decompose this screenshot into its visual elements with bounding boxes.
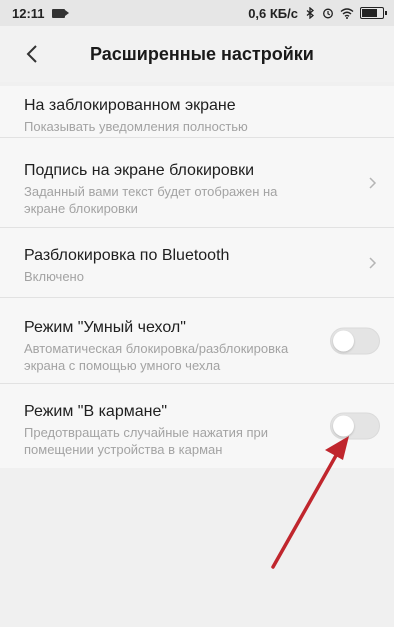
- setting-title: Режим "Умный чехол": [24, 319, 186, 336]
- chevron-right-icon: [369, 176, 377, 189]
- setting-subtitle: Автоматическая блокировка/разблокировка …: [24, 341, 289, 373]
- back-button[interactable]: [12, 34, 52, 74]
- status-time: 12:11: [12, 5, 45, 21]
- page-title: Расширенные настройки: [90, 43, 314, 64]
- chevron-right-icon: [369, 256, 377, 269]
- pocket-mode-toggle[interactable]: [330, 412, 380, 440]
- setting-bluetooth-unlock[interactable]: Разблокировка по Bluetooth Включено: [0, 228, 394, 298]
- app-bar: Расширенные настройки: [0, 26, 394, 82]
- bluetooth-icon: [306, 7, 315, 19]
- network-speed: 0,6 КБ/с: [248, 5, 298, 21]
- setting-lock-screen-notifications[interactable]: На заблокированном экране Показывать уве…: [0, 86, 394, 138]
- settings-list: На заблокированном экране Показывать уве…: [0, 86, 394, 468]
- smart-cover-toggle[interactable]: [330, 327, 380, 354]
- setting-subtitle: Показывать уведомления полностью: [24, 119, 248, 134]
- setting-lock-screen-signature[interactable]: Подпись на экране блокировки Заданный ва…: [0, 138, 394, 228]
- battery-icon: [360, 7, 387, 19]
- wifi-icon: [340, 8, 354, 19]
- setting-subtitle: Заданный вами текст будет отображен на э…: [24, 184, 278, 216]
- alarm-icon: [323, 8, 333, 19]
- toggle-knob: [333, 330, 354, 351]
- setting-subtitle: Включено: [24, 269, 84, 284]
- setting-pocket-mode[interactable]: Режим "В кармане" Предотвращать случайны…: [0, 384, 394, 468]
- video-camera-icon: [51, 8, 69, 18]
- toggle-knob: [333, 415, 354, 437]
- setting-title: На заблокированном экране: [24, 97, 236, 114]
- setting-title: Подпись на экране блокировки: [24, 162, 255, 179]
- chevron-left-icon: [26, 45, 37, 63]
- status-bar: 12:11 0,6 КБ/с: [0, 0, 394, 26]
- setting-subtitle: Предотвращать случайные нажатия при поме…: [24, 425, 269, 457]
- status-bar-right: 0,6 КБ/с: [248, 5, 387, 21]
- status-bar-left: 12:11: [12, 5, 69, 21]
- setting-smart-cover[interactable]: Режим "Умный чехол" Автоматическая блоки…: [0, 298, 394, 384]
- setting-title: Режим "В кармане": [24, 403, 168, 420]
- setting-title: Разблокировка по Bluetooth: [24, 247, 230, 264]
